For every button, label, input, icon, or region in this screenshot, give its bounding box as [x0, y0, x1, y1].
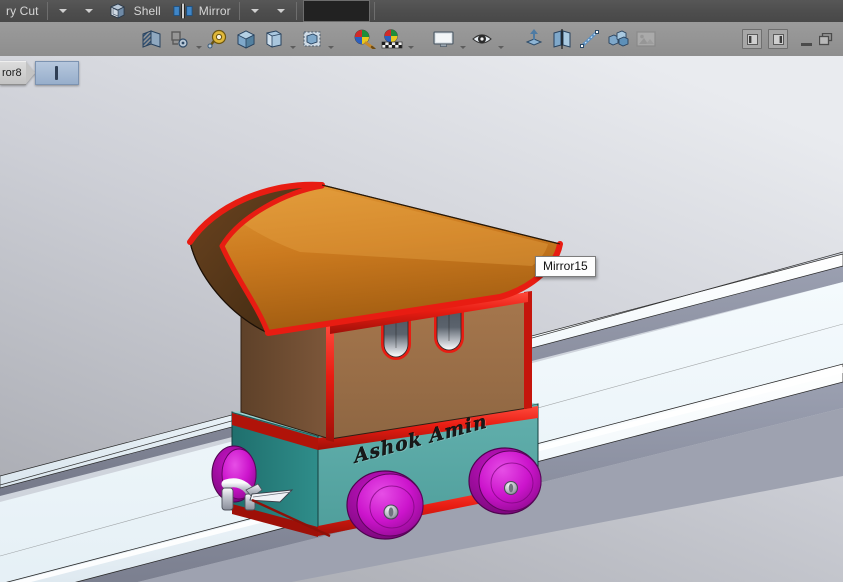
command-manager-toolbar: ry Cut Shell	[0, 0, 843, 22]
wheel-rear-right	[469, 448, 541, 514]
command-mirror[interactable]: Mirror	[167, 0, 237, 22]
sketch-line-icon[interactable]	[577, 26, 603, 52]
heads-up-view-toolbar	[0, 22, 843, 56]
image-disabled-icon	[633, 26, 659, 52]
shell-icon	[108, 2, 128, 20]
display-style-caret[interactable]	[288, 23, 298, 55]
breadcrumb-crumb[interactable]: ror8	[0, 61, 26, 85]
lights-icon[interactable]	[521, 26, 547, 52]
command-shell[interactable]: Shell	[102, 0, 167, 22]
toolbar-separator-4	[374, 2, 375, 20]
display-manager-icon[interactable]	[431, 26, 457, 52]
graphics-viewport[interactable]: Ashok Amin Mirror15	[0, 56, 843, 582]
mirror-plane-icon[interactable]	[549, 26, 575, 52]
wheel-front-right	[347, 471, 423, 539]
breadcrumb: ror8	[0, 62, 79, 84]
command-revolved-cut[interactable]: ry Cut	[0, 0, 45, 22]
revolved-cut-dropdown-caret[interactable]	[50, 0, 76, 22]
command-preview-panel	[303, 0, 370, 22]
model-3d-render	[0, 56, 843, 582]
breadcrumb-arrow-icon	[26, 62, 35, 84]
realview-graphics-icon[interactable]	[469, 26, 495, 52]
view-orientation-icon[interactable]	[167, 26, 193, 52]
solidworks-window: ry Cut Shell	[0, 0, 843, 582]
mirror-icon	[173, 2, 193, 20]
toolbar-separator-2	[239, 2, 240, 20]
command-revolved-cut-label: ry Cut	[0, 4, 45, 18]
breadcrumb-crumb-label: ror8	[2, 67, 22, 79]
display-style-shaded-icon[interactable]	[233, 26, 259, 52]
feature-selection-tab[interactable]	[35, 61, 79, 85]
hidden-lines-visible-icon[interactable]	[261, 26, 287, 52]
toolbar-separator-3	[296, 2, 297, 20]
edit-appearance-icon[interactable]	[351, 26, 377, 52]
section-view-icon[interactable]	[139, 26, 165, 52]
restore-window-button[interactable]	[815, 30, 837, 48]
zoom-to-area-icon[interactable]	[299, 26, 325, 52]
display-manager-caret[interactable]	[458, 23, 468, 55]
view-orientation-caret[interactable]	[194, 23, 204, 55]
command-shell-label: Shell	[128, 4, 167, 18]
scene-caret[interactable]	[406, 23, 416, 55]
toolbar-separator	[47, 2, 48, 20]
measure-icon[interactable]	[205, 26, 231, 52]
mirror-dropdown-caret[interactable]	[268, 0, 294, 22]
extrude-cut-dropdown-caret[interactable]	[76, 0, 102, 22]
zoom-caret[interactable]	[326, 23, 336, 55]
exploded-view-icon[interactable]	[605, 26, 631, 52]
minimize-window-button[interactable]	[797, 28, 815, 50]
collapse-left-panel-button[interactable]	[742, 29, 762, 49]
apply-scene-icon[interactable]	[379, 26, 405, 52]
realview-caret[interactable]	[496, 23, 506, 55]
collapse-right-panel-button[interactable]	[768, 29, 788, 49]
command-mirror-label: Mirror	[193, 4, 237, 18]
shell-dropdown-caret[interactable]	[242, 0, 268, 22]
feature-tooltip: Mirror15	[535, 256, 596, 277]
